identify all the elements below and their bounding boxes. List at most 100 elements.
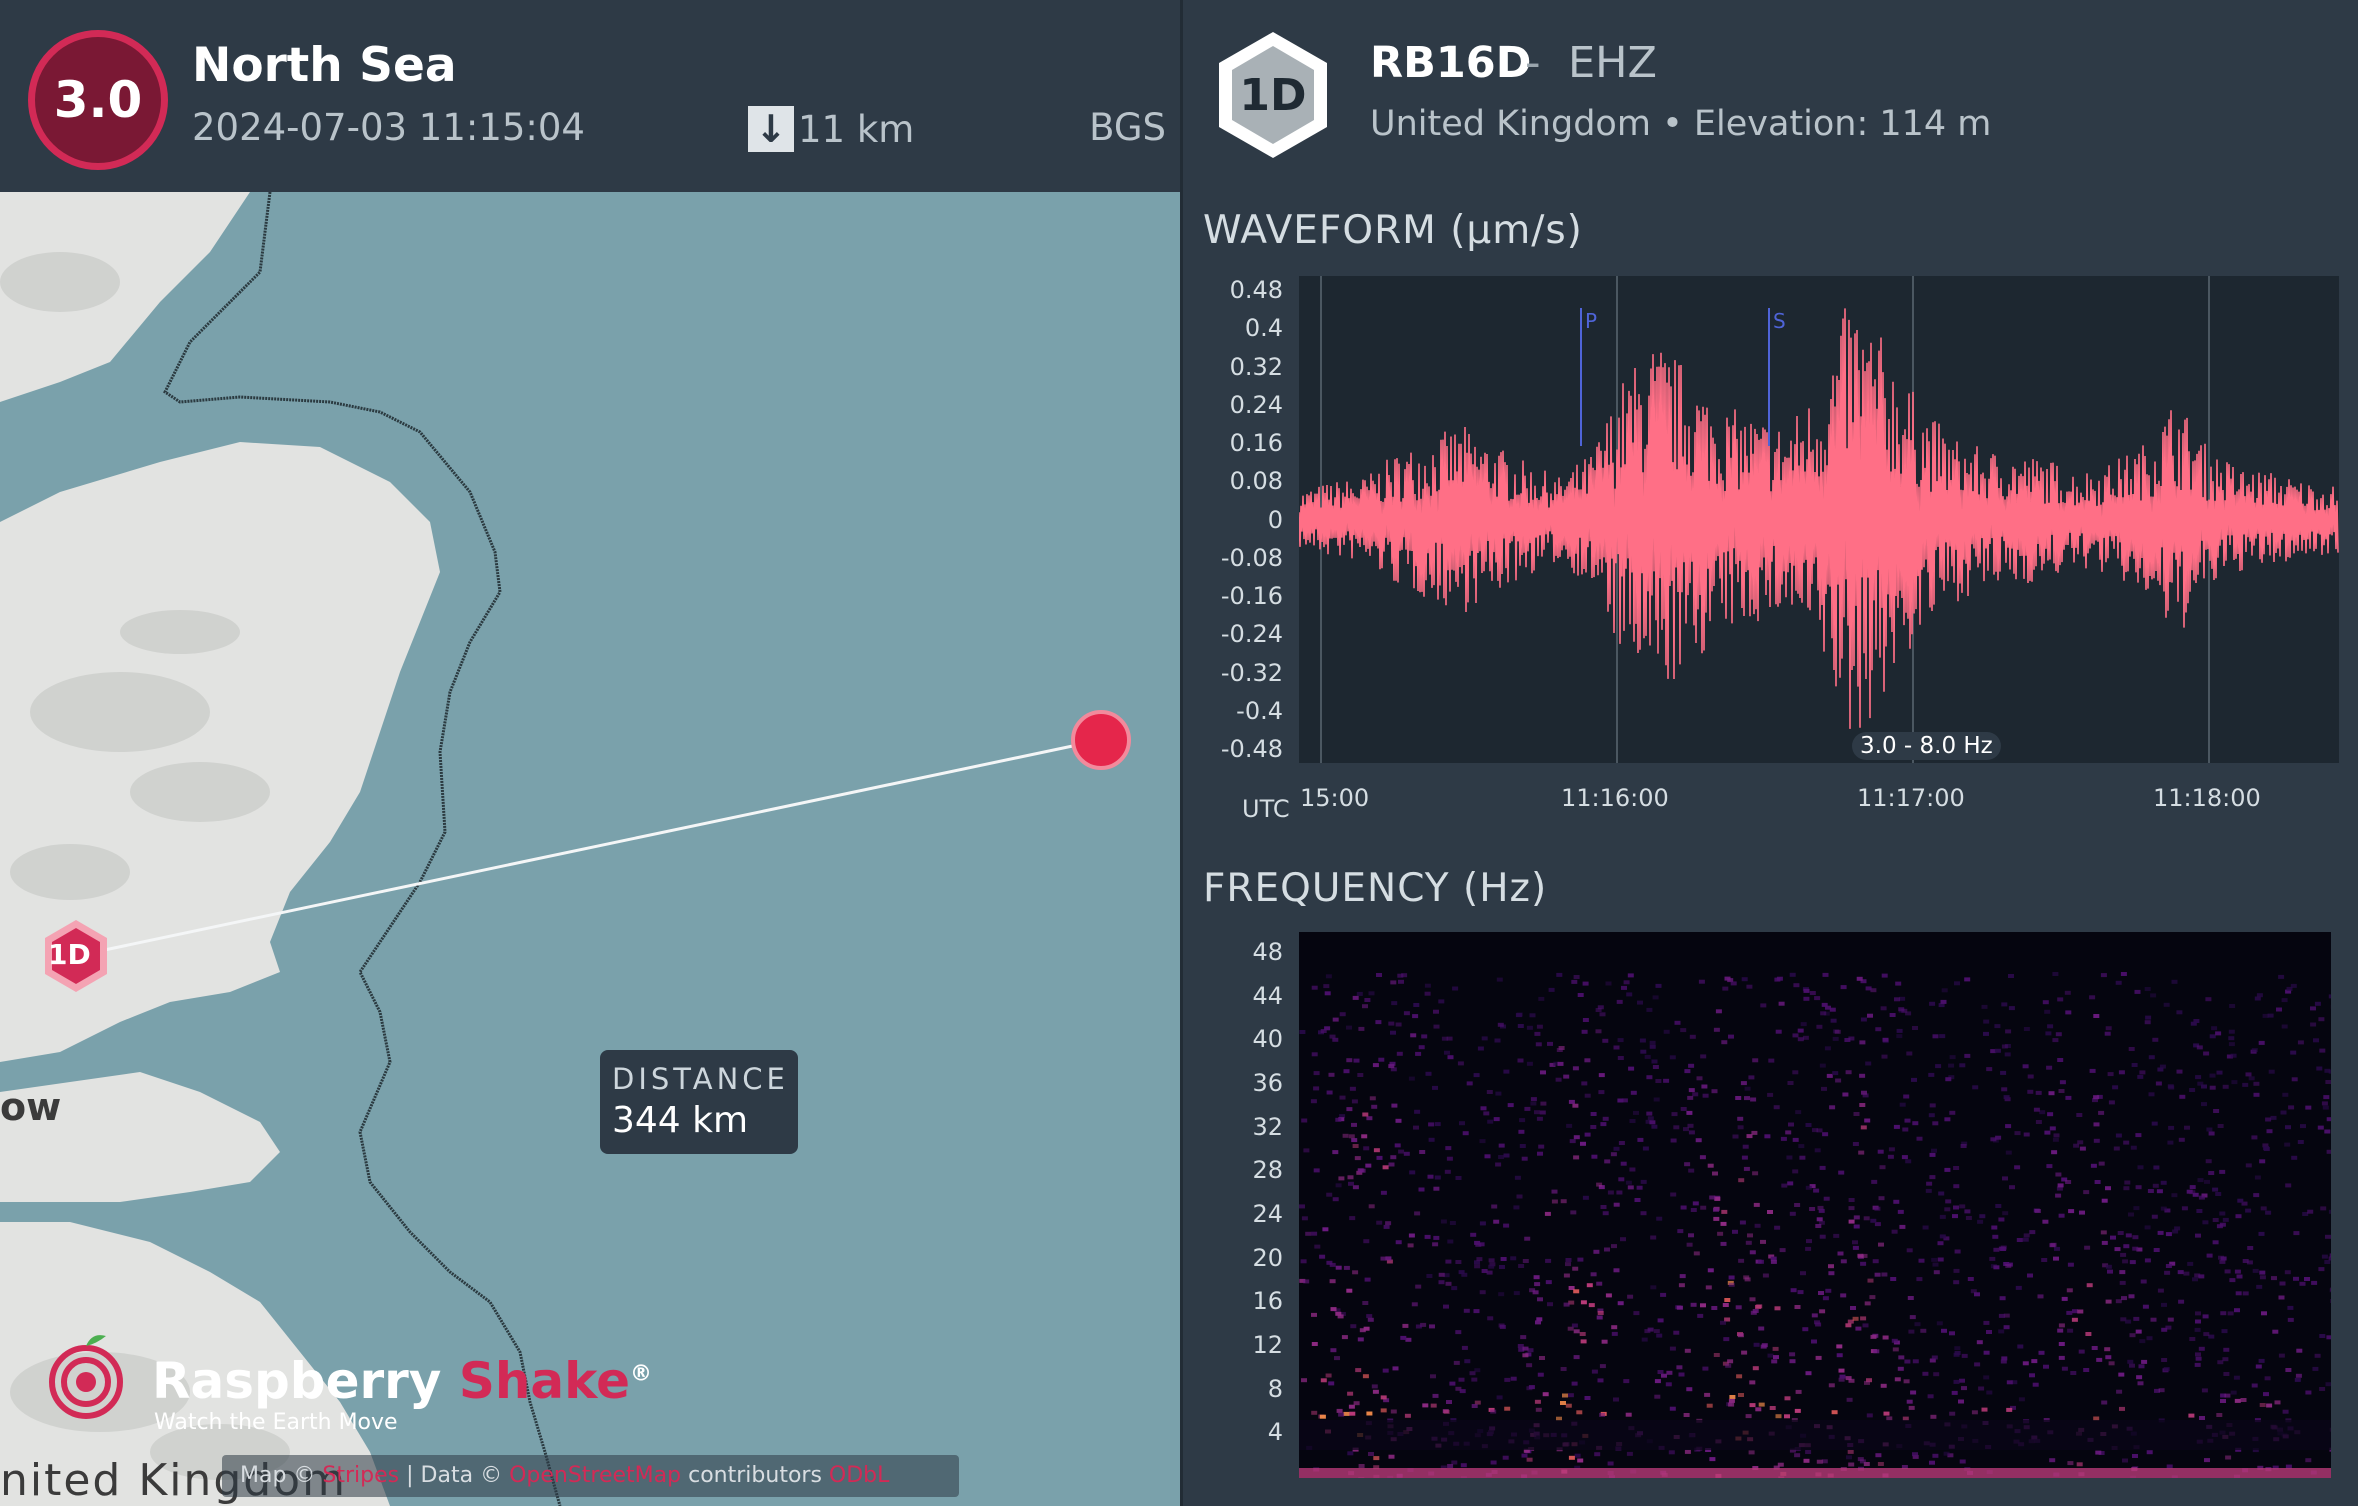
attribution-osm-link[interactable]: OpenStreetMap [509,1463,681,1488]
spectrogram-cell [1452,986,1459,991]
spectrogram-cell [1893,1199,1900,1204]
event-agency[interactable]: BGS [1089,106,1166,149]
spectrogram-cell [1670,1192,1677,1197]
spectrogram-cell [1446,1400,1452,1404]
spectrogram-cell [1479,1290,1486,1295]
spectrogram-cell [1455,1176,1462,1180]
spectrogram-cell [1931,1355,1938,1360]
spectrogram-cell [1368,991,1375,996]
spectrogram-cell [1755,1407,1762,1412]
spectrogram-cell [1649,1044,1656,1049]
spectrogram-cell [1912,1121,1919,1126]
spectrogram-cell [2124,1180,2131,1185]
spectrogram-cell [1408,1076,1415,1081]
spectrogram-cell [2176,1069,2183,1074]
spectrogram-cell [1565,1403,1572,1408]
spectrogram-cell [1998,1313,2005,1318]
spectrogram-cell [1741,1155,1748,1160]
spectrogram-cell [1737,1116,1744,1121]
spectrogram-cell [1959,1063,1966,1068]
spectrogram-cell [1343,1265,1350,1270]
spectrogram-cell [1446,1156,1453,1161]
spectrogram-cell [1599,1412,1606,1417]
spectrogram-cell [2159,1064,2166,1069]
spectrogram-cell [1605,981,1612,986]
spectrogram-cell [1892,1347,1899,1352]
raspberry-shake-logo[interactable]: Raspberry Shake® Watch the Earth Move [44,1330,652,1435]
spectrogram-cell [1580,1300,1587,1305]
spectrogram-plot[interactable] [1299,932,2331,1478]
spectrogram-cell [1646,1111,1653,1116]
spectrogram-cell [1894,1377,1901,1382]
spectrogram-cell [2212,1187,2219,1192]
spectrogram-cell [1721,1209,1728,1214]
spectrogram-cell [1720,1241,1727,1246]
spectrogram-cell [1574,1453,1581,1458]
spectrogram-cell [2319,1334,2326,1338]
spectrogram-cell [2300,1124,2306,1129]
spectrogram-cell [1650,1285,1657,1290]
spectrogram-cell [2128,1047,2135,1051]
spectrogram-cell [1301,1118,1308,1123]
spectrogram-cell [1818,1208,1825,1213]
spectrogram-cell [1503,1069,1510,1074]
spectrogram-cell [1845,1070,1852,1075]
station-marker-label[interactable]: 1D [48,938,91,971]
spectrogram-cell [2148,1092,2155,1097]
spectrogram-cell [2291,1077,2298,1082]
spectrogram-cell [1510,1376,1517,1381]
spectrogram-cell [1633,1311,1640,1316]
spectrogram-cell [2284,1142,2291,1147]
spectrogram-cell [1953,1379,1960,1384]
spectrogram-cell [1644,1054,1651,1059]
spectrogram-cell [2105,1186,2111,1191]
spectrogram-cell [2220,1399,2226,1403]
spectrogram-cell [1859,1103,1866,1107]
spectrogram-cell [1433,1186,1440,1191]
spectrogram-cell [1625,1412,1632,1417]
spectrogram-cell [1735,1096,1742,1100]
spectrogram-cell [1838,1368,1845,1373]
spectrogram-cell [2195,1319,2201,1324]
spectrogram-cell [1867,1013,1873,1018]
spectrogram-cell [1953,1352,1960,1357]
spectrogram-cell [1301,1216,1308,1221]
spectrogram-cell [2177,1270,2184,1275]
spectrogram-cell [1299,1204,1305,1209]
spectrogram-cell [1513,1291,1520,1296]
spectrogram-cell [2105,1355,2112,1360]
spectrogram-cell [2220,1311,2227,1316]
spectrogram-cell [2142,1304,2149,1309]
spectrogram-cell [2198,1195,2205,1200]
spectrogram-cell [1451,1286,1458,1291]
spectrogram-cell [2176,1010,2183,1015]
spectrogram-cell [2141,1359,2148,1364]
spectrogram-cell [2057,1058,2064,1062]
spectrogram-cell [1565,1258,1572,1262]
spectrogram-cell [1805,1185,1812,1190]
spectrogram-cell [1584,1132,1591,1137]
spectrogram-cell [1538,996,1545,1001]
filter-band-badge[interactable]: 3.0 - 8.0 Hz [1852,732,2001,760]
spectrogram-cell [1620,1161,1627,1166]
waveform-plot[interactable]: PS 3.0 - 8.0 Hz [1299,276,2339,763]
spectrogram-cell [1526,1363,1533,1368]
spectrogram-cell [1487,1119,1494,1124]
spectrogram-cell [2155,1081,2162,1086]
spectrogram-cell [1713,1027,1720,1032]
frequency-y-tick-label: 36 [1252,1068,1283,1097]
spectrogram-cell [2201,1102,2207,1107]
spectrogram-cell [1786,1155,1793,1160]
spectrogram-cell [2253,1092,2260,1097]
spectrogram-cell [1881,973,1888,978]
attribution-map-link[interactable]: Stripes [322,1463,399,1488]
map[interactable]: 1D DISTANCE 344 km ow [0,192,1180,1506]
spectrogram-cell [1864,1118,1871,1123]
spectrogram-cell [1366,1314,1373,1319]
attribution-data-prefix: | Data © [406,1463,503,1488]
attribution-license-link[interactable]: ODbL [829,1463,889,1488]
distance-label: DISTANCE [612,1062,789,1096]
spectrogram-cell [1940,999,1947,1004]
spectrogram-cell [1646,1007,1653,1012]
spectrogram-cell [1815,1224,1822,1228]
